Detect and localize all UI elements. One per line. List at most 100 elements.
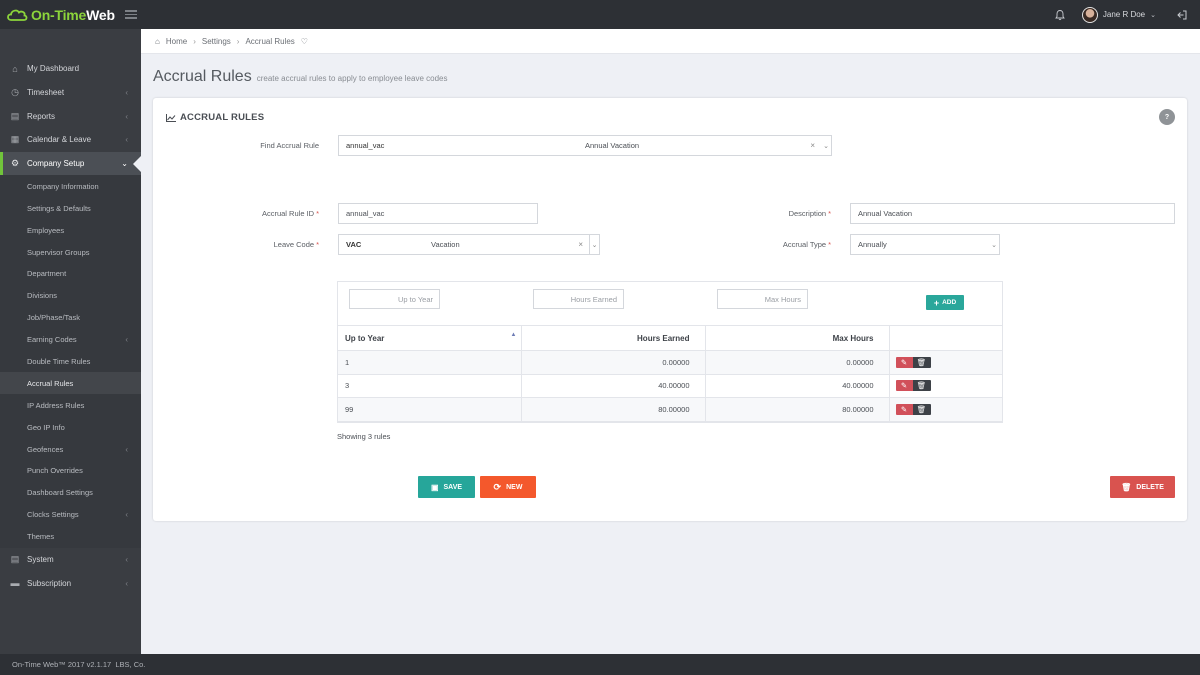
breadcrumb-home[interactable]: Home [166,37,187,46]
top-bar: On-TimeWeb Jane R Doe ⌄ [0,0,1200,29]
sidebar-subitem-label: Punch Overrides [27,466,83,476]
logout-icon[interactable] [1176,9,1188,21]
chevron-left-icon: ‹ [125,578,128,588]
edit-icon[interactable]: ✎ [895,356,913,368]
chevron-left-icon: ‹ [125,135,128,145]
cell-hours-earned: 40.00000 [521,374,706,398]
edit-icon[interactable]: ✎ [895,403,913,415]
accrual-type-label: Accrual Type * [782,240,831,249]
app-logo[interactable]: On-TimeWeb [0,0,141,29]
accrual-type-select[interactable]: Annually ⌄ [850,234,1000,255]
sidebar: ⌂ My Dashboard ◷ Timesheet ‹ ▤ Reports ‹… [0,29,141,654]
column-header-hours-earned[interactable]: Hours Earned [521,325,706,351]
delete-button[interactable]: 🗑 DELETE [1110,476,1175,498]
sidebar-subitem-label: Themes [27,532,55,542]
hours-earned-input[interactable]: Hours Earned [533,289,624,309]
find-rule-description: Annual Vacation [585,141,640,150]
max-hours-input[interactable]: Max Hours [717,289,808,309]
sidebar-item-dashboard[interactable]: ⌂ My Dashboard [0,57,141,81]
sidebar-item-calendar-leave[interactable]: ▦ Calendar & Leave ‹ [0,128,141,152]
sidebar-subitem-themes[interactable]: Themes [0,525,141,548]
sidebar-subitem-earning-codes[interactable]: Earning Codes ‹ [0,328,141,351]
save-button[interactable]: ▣ SAVE [418,476,475,498]
sidebar-subitem-label: Supervisor Groups [27,247,90,257]
user-menu[interactable]: Jane R Doe ⌄ [1081,6,1156,23]
sidebar-subitem-geofences[interactable]: Geofences ‹ [0,438,141,461]
sidebar-item-label: System [27,554,54,564]
floppy-icon: ▣ [430,482,439,492]
sidebar-item-timesheet[interactable]: ◷ Timesheet ‹ [0,81,141,105]
accrual-rules-card: ACCRUAL RULES ? Find Accrual Rule annual… [153,98,1187,521]
breadcrumb-separator: › [236,36,240,46]
sidebar-item-subscription[interactable]: ▬ Subscription ‹ [0,571,141,595]
refresh-icon: ⟳ [493,481,502,492]
cell-hours-earned: 0.00000 [521,350,706,375]
sidebar-subitem-ip-address-rules[interactable]: IP Address Rules [0,394,141,417]
sidebar-subitem-job-phase-task[interactable]: Job/Phase/Task [0,306,141,329]
home-icon[interactable]: ⌂ [155,37,160,46]
sidebar-subitem-dashboard-settings[interactable]: Dashboard Settings [0,481,141,504]
bell-icon[interactable] [1054,9,1066,21]
sidebar-subitem-accrual-rules[interactable]: Accrual Rules [0,372,141,395]
calendar-icon: ▦ [10,134,20,145]
new-button[interactable]: ⟳ NEW [480,476,536,498]
clear-icon[interactable]: × [810,141,815,150]
sidebar-item-reports[interactable]: ▤ Reports ‹ [0,104,141,128]
cell-actions: ✎ 🗑 [889,374,1002,398]
chevron-down-icon[interactable]: ⌄ [989,235,999,254]
chevron-down-icon[interactable]: ⌄ [589,235,599,254]
accrual-rule-id-input[interactable]: annual_vac [338,203,538,224]
cogs-icon: ⚙ [10,158,20,169]
menu-toggle-icon[interactable] [125,10,137,19]
sidebar-subitem-label: Dashboard Settings [27,488,93,498]
find-accrual-rule-select[interactable]: annual_vac Annual Vacation × ⌄ [338,135,832,156]
sidebar-subitem-employees[interactable]: Employees [0,219,141,242]
sidebar-subitem-label: Earning Codes [27,335,77,345]
sidebar-subitem-department[interactable]: Department [0,263,141,285]
column-header-up-to-year[interactable]: Up to Year ▲ [338,325,522,351]
leave-code-label: Leave Code * [273,240,319,249]
chevron-down-icon[interactable]: ⌄ [821,136,831,155]
line-chart-icon [166,113,176,122]
sidebar-subitem-label: Divisions [27,291,58,301]
sidebar-item-label: Subscription [27,578,72,588]
heart-icon[interactable]: ♡ [301,37,308,46]
cell-actions: ✎ 🗑 [889,397,1002,422]
home-icon: ⌂ [12,63,18,74]
chevron-left-icon: ‹ [125,111,128,121]
sidebar-item-label: My Dashboard [27,64,80,74]
trash-icon[interactable]: 🗑 [912,356,931,368]
page-header: Accrual Rules create accrual rules to ap… [153,68,447,86]
help-icon[interactable]: ? [1159,109,1175,125]
edit-icon[interactable]: ✎ [895,380,913,392]
card-title: ACCRUAL RULES [166,112,264,123]
sidebar-subitem-double-time-rules[interactable]: Double Time Rules [0,350,141,373]
sidebar-subitem-label: Company Information [27,181,99,191]
sidebar-subitem-geo-ip-info[interactable]: Geo IP Info [0,416,141,439]
sidebar-subitem-label: Clocks Settings [27,510,79,520]
cell-up-to-year: 1 [338,350,522,375]
sidebar-subitem-punch-overrides[interactable]: Punch Overrides [0,460,141,482]
sidebar-subitem-company-information[interactable]: Company Information [0,175,141,198]
sidebar-subitem-supervisor-groups[interactable]: Supervisor Groups [0,241,141,263]
leave-code-select[interactable]: VAC Vacation × ⌄ [338,234,600,255]
chevron-down-icon: ⌄ [121,159,128,169]
column-header-max-hours[interactable]: Max Hours [705,325,890,351]
sidebar-subitem-clocks-settings[interactable]: Clocks Settings ‹ [0,503,141,526]
clear-icon[interactable]: × [578,240,583,249]
sidebar-item-company-setup[interactable]: ⚙ Company Setup ⌄ [0,151,141,176]
sidebar-subitem-settings-defaults[interactable]: Settings & Defaults [0,197,141,220]
add-button[interactable]: + ADD [926,295,964,310]
sidebar-subitem-divisions[interactable]: Divisions [0,284,141,307]
sort-asc-icon: ▲ [510,332,517,338]
trash-icon[interactable]: 🗑 [912,380,931,392]
breadcrumb-settings[interactable]: Settings [202,37,231,46]
chevron-left-icon: ‹ [125,444,128,454]
sidebar-item-system[interactable]: ▤ System ‹ [0,548,141,572]
up-to-year-input[interactable]: Up to Year [349,289,440,309]
cloud-logo-icon [7,9,28,21]
delete-button-label: DELETE [1136,483,1164,491]
description-input[interactable]: Annual Vacation [850,203,1175,224]
up-to-year-placeholder: Up to Year [397,294,433,304]
trash-icon[interactable]: 🗑 [912,403,931,415]
